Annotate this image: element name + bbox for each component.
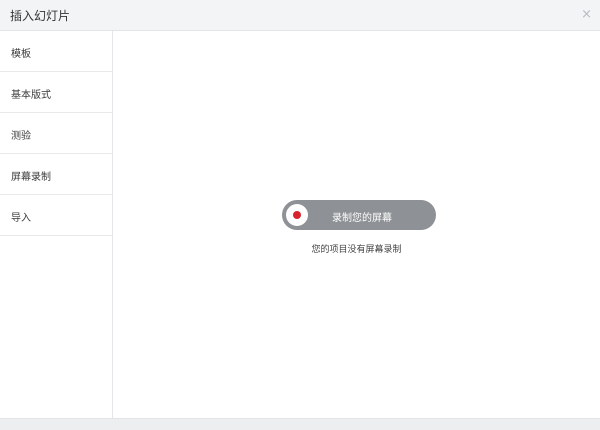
bottom-bar xyxy=(0,418,600,430)
empty-state-message: 您的项目没有屏幕录制 xyxy=(311,245,402,255)
record-icon xyxy=(286,204,308,226)
sidebar-item-label: 模板 xyxy=(11,49,31,60)
sidebar-item-screen-recording[interactable]: 屏幕录制 xyxy=(0,154,112,195)
record-dot-icon xyxy=(293,211,301,219)
sidebar: 模板 基本版式 测验 屏幕录制 导入 xyxy=(0,31,113,418)
title-bar: 插入幻灯片 × xyxy=(0,0,600,31)
sidebar-item-template[interactable]: 模板 xyxy=(0,31,112,72)
sidebar-item-basic-layout[interactable]: 基本版式 xyxy=(0,72,112,113)
close-icon[interactable]: × xyxy=(581,7,592,23)
sidebar-item-label: 导入 xyxy=(11,213,31,224)
window-title: 插入幻灯片 xyxy=(10,9,71,23)
sidebar-item-import[interactable]: 导入 xyxy=(0,195,112,236)
sidebar-item-quiz[interactable]: 测验 xyxy=(0,113,112,154)
sidebar-item-label: 基本版式 xyxy=(11,90,51,101)
main-panel: 录制您的屏幕 您的项目没有屏幕录制 xyxy=(113,31,600,418)
record-button-label: 录制您的屏幕 xyxy=(332,213,392,224)
sidebar-item-label: 测验 xyxy=(11,131,31,142)
record-screen-button[interactable]: 录制您的屏幕 xyxy=(282,200,436,230)
sidebar-item-label: 屏幕录制 xyxy=(11,172,51,183)
